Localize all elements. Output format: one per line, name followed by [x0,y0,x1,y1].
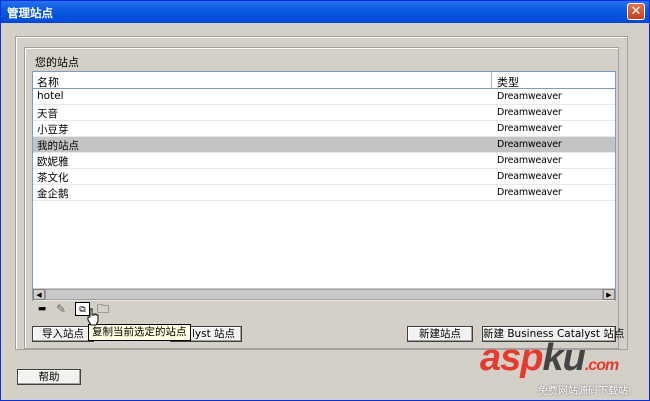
tooltip: 复制当前选定的站点 [88,324,191,341]
site-name: 天音 [37,108,58,120]
site-type: Dreamweaver [497,139,562,150]
site-name: 金企鹅 [37,188,69,200]
scroll-left-icon[interactable]: ◀ [33,289,45,300]
site-type: Dreamweaver [497,107,562,118]
site-type: Dreamweaver [497,171,562,182]
close-button[interactable]: ✕ [627,3,645,20]
site-type: Dreamweaver [497,91,562,102]
column-header-name[interactable]: 名称 [37,74,59,90]
table-row[interactable]: 小豆芽 Dreamweaver [33,121,615,137]
help-button[interactable]: 帮助 [17,369,81,385]
hand-cursor-icon [87,308,99,326]
table-row[interactable]: 欧妮雅 Dreamweaver [33,153,615,169]
new-site-button[interactable]: 新建站点 [407,326,473,342]
site-name: 小豆芽 [37,124,69,136]
group-label: 您的站点 [35,56,79,69]
sites-list[interactable]: 名称 类型 hotel Dreamweaver 天音 Dreamweaver 小… [32,71,616,301]
site-type: Dreamweaver [497,187,562,198]
site-name: 茶文化 [37,172,69,184]
table-row[interactable]: 金企鹅 Dreamweaver [33,185,615,201]
edit-site-icon[interactable]: ✎ [55,302,67,316]
column-header-type[interactable]: 类型 [497,74,519,90]
site-name: 欧妮雅 [37,156,69,168]
table-row[interactable]: 天音 Dreamweaver [33,105,615,121]
close-icon: ✕ [630,4,642,19]
list-header: 名称 类型 [33,72,615,89]
site-name: 我的站点 [37,140,79,152]
title-bar[interactable]: 管理站点 ✕ [1,1,649,23]
site-name: hotel [37,90,64,102]
scroll-right-icon[interactable]: ▶ [603,289,615,300]
dialog-title: 管理站点 [7,6,53,20]
table-row[interactable]: 茶文化 Dreamweaver [33,169,615,185]
watermark-subtitle: 免费网站源码下载站! [538,386,633,397]
table-row-selected[interactable]: 我的站点 Dreamweaver [33,137,615,153]
table-row[interactable]: hotel Dreamweaver [33,89,615,105]
horizontal-scrollbar[interactable]: ◀ ▶ [33,288,615,301]
site-type: Dreamweaver [497,155,562,166]
scroll-thumb[interactable] [45,289,603,300]
column-separator[interactable] [491,72,492,88]
site-type: Dreamweaver [497,123,562,134]
remove-site-icon[interactable]: ▬ [36,302,48,316]
watermark-logo: aspku.com [480,337,619,379]
import-site-button[interactable]: 导入站点 [32,326,94,342]
